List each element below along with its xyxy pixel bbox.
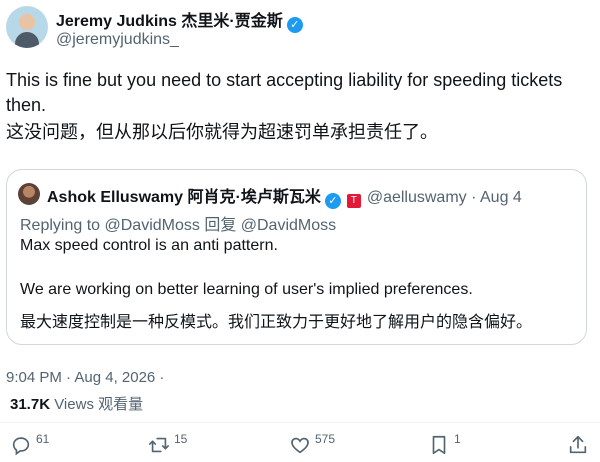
post-timestamp[interactable]: 9:04 PM · Aug 4, 2026 · [6,369,164,386]
repost-count: 15 [174,432,188,446]
quoted-avatar[interactable] [18,183,40,205]
quoted-line-2: We are working on better learning of use… [20,281,473,298]
tesla-badge-icon: T [346,194,361,208]
quoted-author-name[interactable]: Ashok Elluswamy 阿肖克·埃卢斯瓦米 [47,189,321,206]
bookmark-button[interactable]: 1 [428,432,461,458]
reply-button[interactable]: 61 [10,432,50,458]
views-row: 31.7K Views 观看量 [10,393,143,414]
views-label: Views 观看量 [54,396,144,413]
author-handle[interactable]: @jeremyjudkins_ [56,31,179,49]
reply-icon [10,434,32,456]
views-count: 31.7K [10,396,51,413]
share-icon [567,434,589,456]
post-text-en: This is fine but you need to start accep… [6,70,563,115]
verified-icon: ✓ [286,16,303,33]
repost-button[interactable]: 15 [148,432,188,458]
quoted-verified-icon: ✓ [324,192,341,209]
like-icon [289,434,311,456]
like-count: 575 [315,432,336,446]
bookmark-icon [428,434,450,456]
repost-icon [148,434,170,456]
share-button[interactable] [567,434,589,458]
like-button[interactable]: 575 [289,432,336,458]
author-avatar[interactable] [6,6,48,48]
quoted-line-1: Max speed control is an anti pattern. [20,237,278,254]
quoted-handle-date: @aelluswamy · Aug 4 [366,189,522,206]
quoted-line-3: 最大速度控制是一种反模式。我们正致力于更好地了解用户的隐含偏好。 [20,314,533,331]
quoted-post-card[interactable]: Ashok Elluswamy 阿肖克·埃卢斯瓦米 ✓ T @aelluswamy ·… [6,169,587,345]
action-divider [0,422,600,423]
post-text-zh: 这没问题，但从那以后你就得为超速罚单承担责任了。 [6,122,438,142]
quoted-replying-to[interactable]: Replying to @DavidMoss 回复 @DavidMoss [20,211,336,235]
bookmark-count: 1 [454,432,461,446]
author-name[interactable]: Jeremy Judkins 杰里米·贾金斯 [56,13,283,30]
reply-count: 61 [36,432,50,446]
